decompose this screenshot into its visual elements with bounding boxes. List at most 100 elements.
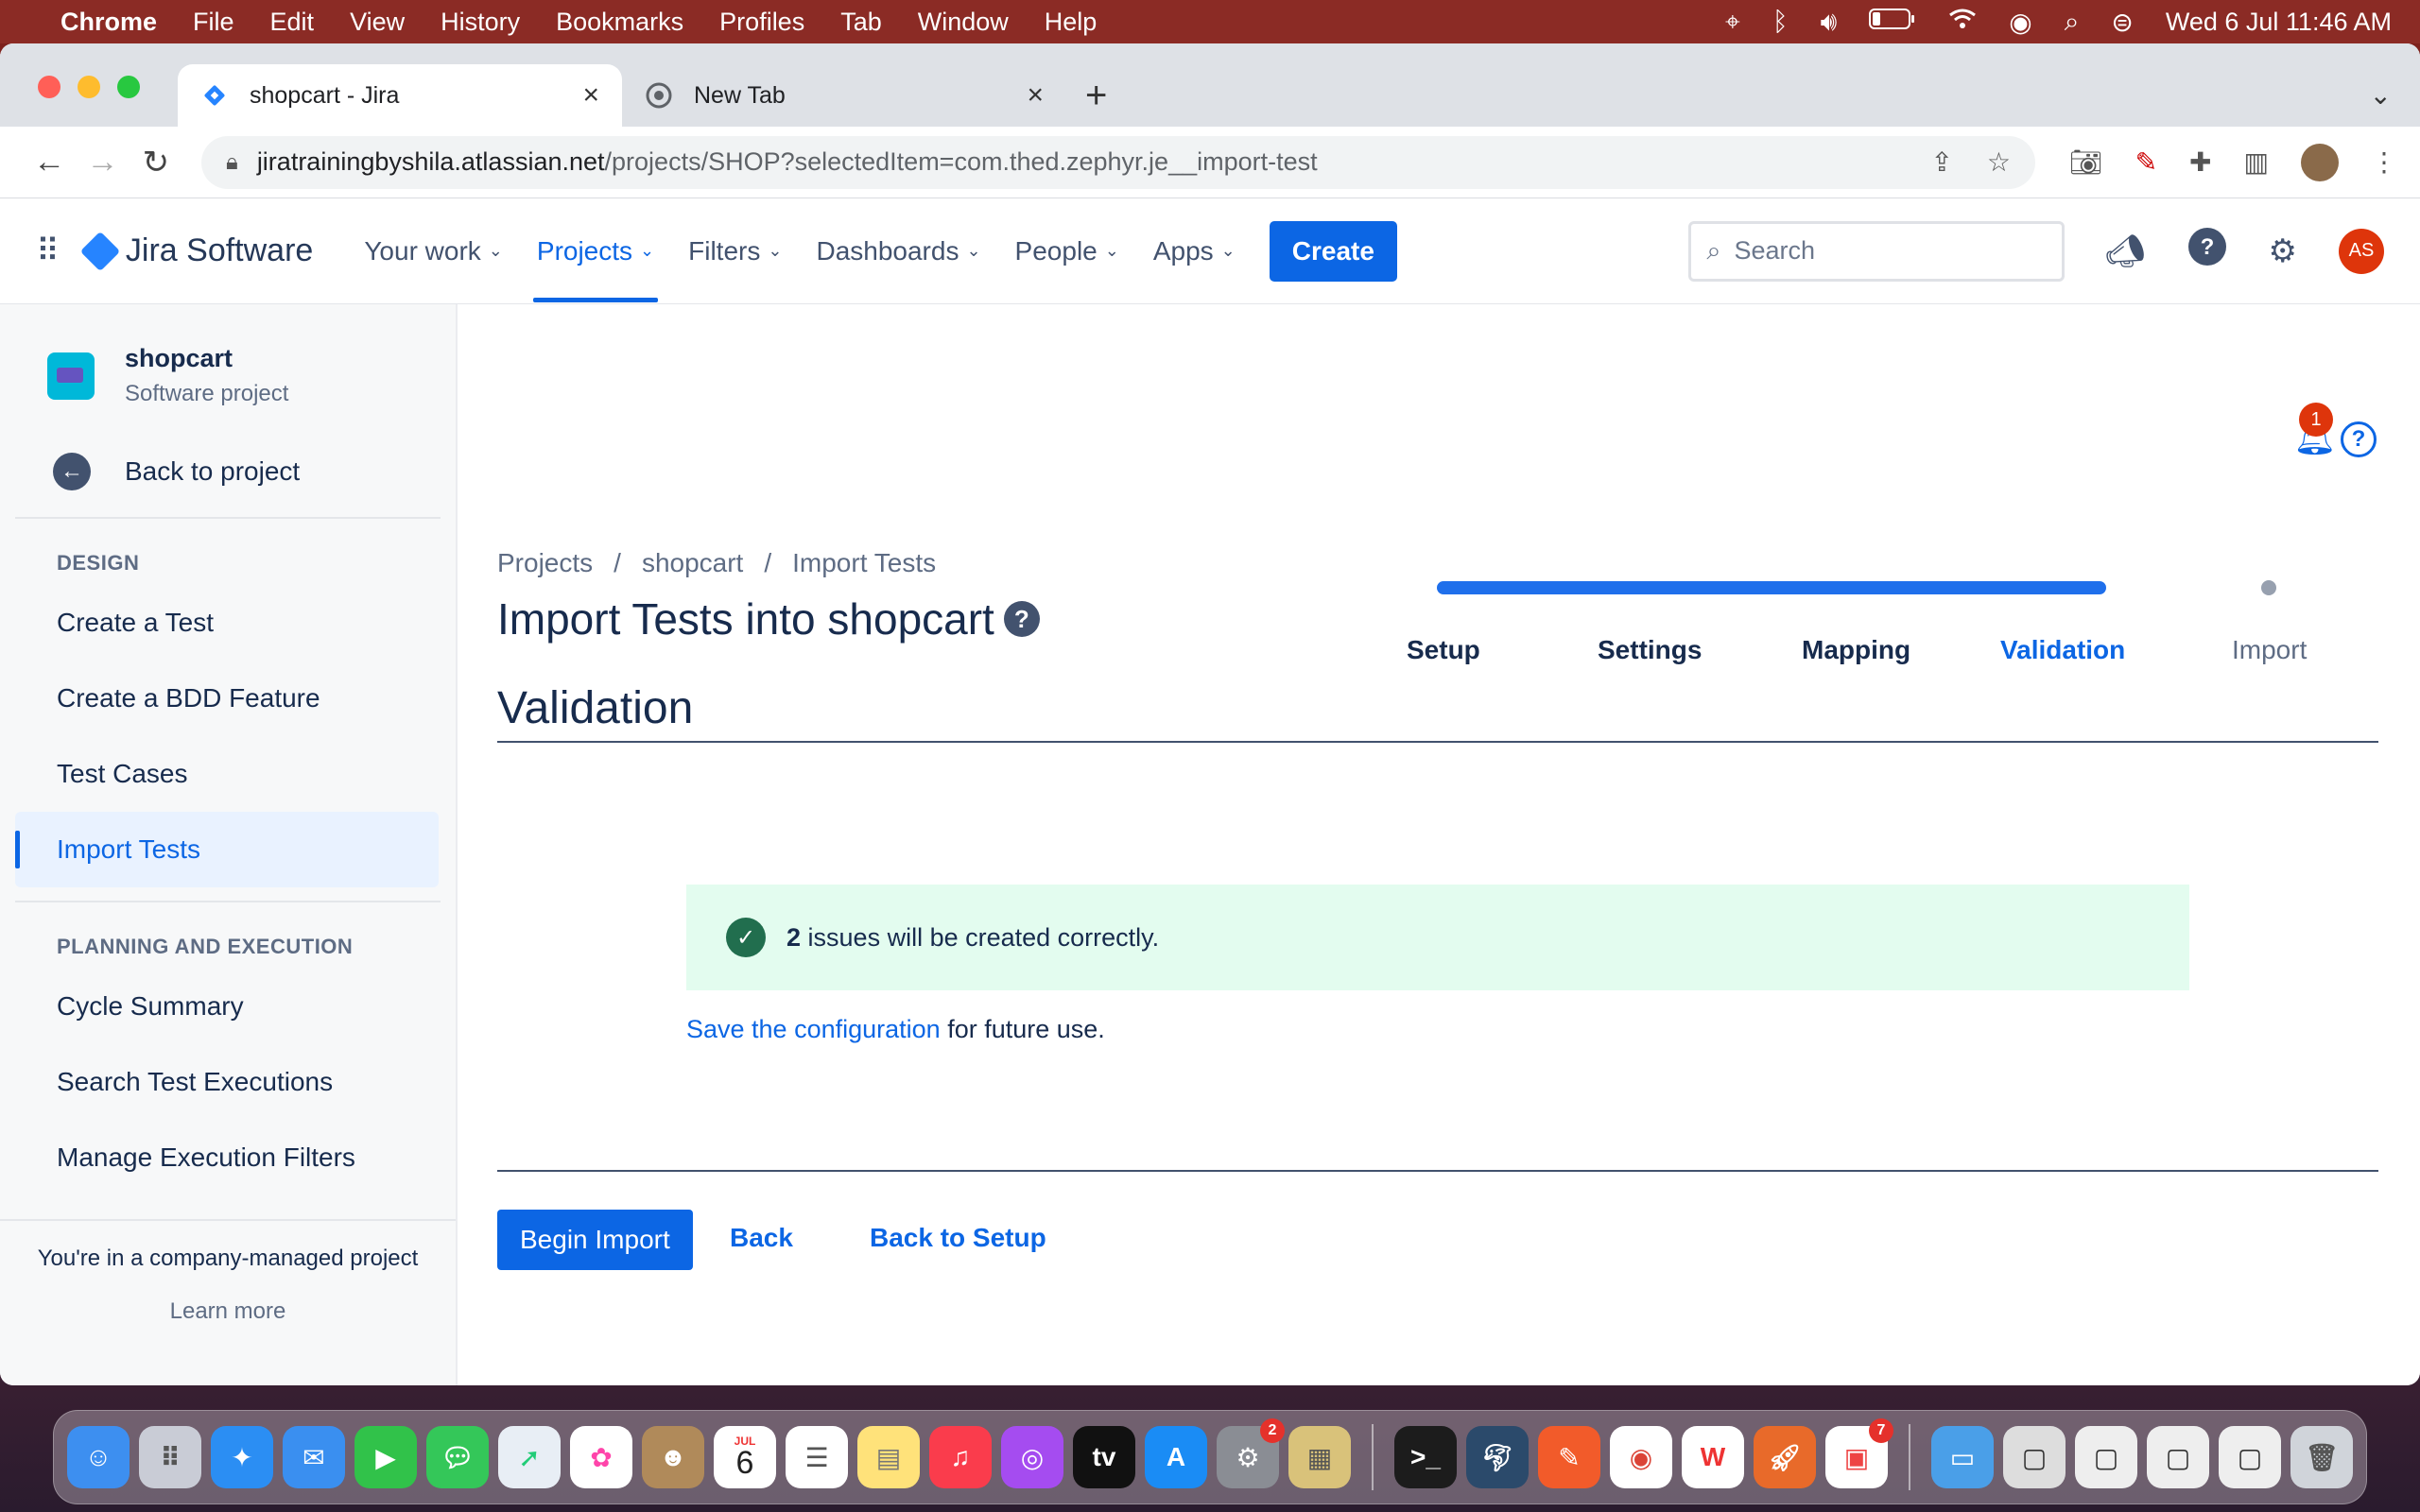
close-tab-icon[interactable]: ×: [582, 79, 599, 112]
profile-avatar[interactable]: [2300, 143, 2339, 181]
menu-app-name[interactable]: Chrome: [60, 8, 157, 37]
close-tab-icon[interactable]: ×: [1027, 79, 1044, 112]
user-avatar[interactable]: AS: [2339, 228, 2384, 274]
mysql-workbench-icon[interactable]: 🐬︎: [1466, 1426, 1529, 1488]
url-input[interactable]: 🔒︎ jiratrainingbyshila.atlassian.net/pro…: [201, 135, 2036, 189]
maps-icon[interactable]: ➚: [498, 1426, 561, 1488]
window-thumbnail-icon[interactable]: ▢: [2147, 1426, 2209, 1488]
step-setup[interactable]: Setup: [1407, 635, 1480, 665]
microsoft-office-icon[interactable]: ▣ 7: [1825, 1418, 1893, 1488]
spotlight-search-icon[interactable]: ⌕: [2065, 7, 2080, 38]
menu-view[interactable]: View: [350, 8, 405, 37]
archive-utility-icon[interactable]: ▦: [1288, 1426, 1351, 1488]
menu-clock[interactable]: Wed 6 Jul 11:46 AM: [2166, 8, 2392, 37]
eyedropper-extension-icon[interactable]: ✎: [2135, 146, 2157, 178]
menu-file[interactable]: File: [193, 8, 234, 37]
mail-icon[interactable]: ✉: [283, 1426, 345, 1488]
back-to-project-link[interactable]: ← Back to project: [0, 453, 456, 490]
safari-icon[interactable]: ✦: [211, 1426, 273, 1488]
camera-icon[interactable]: 📷︎: [2069, 146, 2103, 178]
podcasts-icon[interactable]: ◎: [1001, 1426, 1063, 1488]
bookmark-star-icon[interactable]: ☆: [1987, 146, 2011, 178]
rocket-app-icon[interactable]: 🚀︎: [1754, 1426, 1816, 1488]
help-question-icon[interactable]: ?: [2341, 421, 2377, 457]
user-account-icon[interactable]: ◉: [2009, 7, 2031, 38]
pin-icon[interactable]: ⌖: [1725, 7, 1740, 38]
pen-app-icon[interactable]: ✎: [1538, 1426, 1600, 1488]
window-thumbnail-icon[interactable]: ▢: [2219, 1426, 2281, 1488]
forward-arrow-icon[interactable]: →: [76, 144, 129, 180]
finder-icon[interactable]: ☺: [67, 1426, 130, 1488]
menu-edit[interactable]: Edit: [270, 8, 315, 37]
terminal-icon[interactable]: >_: [1394, 1426, 1457, 1488]
window-thumbnail-icon[interactable]: ▢: [2075, 1426, 2137, 1488]
sidebar-item-test-cases[interactable]: Test Cases: [0, 736, 456, 812]
sidebar-item-create-bdd-feature[interactable]: Create a BDD Feature: [0, 661, 456, 736]
zoom-window-button[interactable]: [117, 76, 140, 98]
project-header[interactable]: shopcart Software project: [0, 344, 456, 407]
save-configuration-link[interactable]: Save the configuration: [686, 1015, 941, 1043]
wps-office-icon[interactable]: W: [1682, 1426, 1744, 1488]
new-tab-button[interactable]: +: [1085, 64, 1107, 127]
launchpad-icon[interactable]: ⠿: [139, 1426, 201, 1488]
sidebar-item-import-tests[interactable]: Import Tests: [15, 812, 439, 887]
contacts-icon[interactable]: ☻: [642, 1426, 704, 1488]
nav-dashboards[interactable]: Dashboards ⌄: [816, 198, 980, 304]
battery-icon[interactable]: [1869, 7, 1916, 37]
step-settings[interactable]: Settings: [1598, 635, 1702, 665]
notes-icon[interactable]: ▤: [857, 1426, 920, 1488]
notifications-megaphone-icon[interactable]: 📣︎: [2104, 232, 2145, 270]
breadcrumb-projects[interactable]: Projects: [497, 548, 593, 578]
reload-icon[interactable]: ↻: [130, 144, 182, 181]
menu-history[interactable]: History: [441, 8, 520, 37]
lock-icon[interactable]: 🔒︎: [226, 149, 238, 176]
facetime-icon[interactable]: ▶: [354, 1426, 417, 1488]
minimize-window-button[interactable]: [78, 76, 100, 98]
puzzle-extensions-icon[interactable]: ✚: [2189, 146, 2211, 178]
sidebar-item-manage-execution-filters[interactable]: Manage Execution Filters: [0, 1120, 456, 1195]
folder-icon[interactable]: ▭: [1931, 1426, 1994, 1488]
learn-more-link[interactable]: Learn more: [0, 1298, 456, 1325]
app-store-icon[interactable]: A: [1145, 1426, 1207, 1488]
volume-icon[interactable]: 🔊︎: [1821, 7, 1838, 38]
sidebar-item-search-test-executions[interactable]: Search Test Executions: [0, 1044, 456, 1120]
menu-tab[interactable]: Tab: [840, 8, 882, 37]
breadcrumb-import-tests[interactable]: Import Tests: [792, 548, 936, 578]
close-window-button[interactable]: [38, 76, 60, 98]
sidebar-item-create-test[interactable]: Create a Test: [0, 585, 456, 661]
step-validation[interactable]: Validation: [2000, 635, 2125, 665]
browser-menu-icon[interactable]: ⋮: [2371, 146, 2397, 178]
back-to-setup-button[interactable]: Back to Setup: [870, 1223, 1046, 1253]
tab-new-tab[interactable]: New Tab ×: [622, 64, 1066, 127]
help-question-icon[interactable]: ?: [1003, 601, 1040, 637]
settings-gear-icon[interactable]: ⚙: [2269, 232, 2297, 270]
tab-search-chevron-icon[interactable]: ⌄: [2370, 79, 2392, 111]
menu-window[interactable]: Window: [918, 8, 1009, 37]
apple-tv-icon[interactable]: tv: [1073, 1426, 1135, 1488]
nav-people[interactable]: People ⌄: [1015, 198, 1119, 304]
music-icon[interactable]: ♫: [929, 1426, 992, 1488]
wifi-icon[interactable]: [1948, 7, 1977, 37]
menu-help[interactable]: Help: [1045, 8, 1098, 37]
back-arrow-icon[interactable]: ←: [23, 144, 76, 180]
bluetooth-icon[interactable]: ᛒ: [1772, 7, 1789, 37]
trash-icon[interactable]: 🗑︎: [2290, 1426, 2353, 1488]
messages-icon[interactable]: 💬︎: [426, 1426, 489, 1488]
nav-filters[interactable]: Filters ⌄: [688, 198, 782, 304]
photos-icon[interactable]: ✿: [570, 1426, 632, 1488]
search-input[interactable]: ⌕ Search: [1688, 220, 2066, 282]
help-icon[interactable]: ?: [2187, 227, 2227, 275]
chrome-icon[interactable]: ◉: [1610, 1426, 1672, 1488]
menu-bookmarks[interactable]: Bookmarks: [556, 8, 683, 37]
reminders-icon[interactable]: ☰: [786, 1426, 848, 1488]
step-mapping[interactable]: Mapping: [1802, 635, 1910, 665]
nav-apps[interactable]: Apps ⌄: [1153, 198, 1236, 304]
create-button[interactable]: Create: [1269, 220, 1397, 282]
side-panel-icon[interactable]: ▥: [2244, 146, 2269, 178]
breadcrumb-shopcart[interactable]: shopcart: [642, 548, 743, 578]
back-button[interactable]: Back: [730, 1223, 793, 1253]
app-switcher-icon[interactable]: ⠿: [36, 232, 60, 270]
tab-jira[interactable]: shopcart - Jira ×: [178, 64, 622, 127]
jira-logo[interactable]: Jira Software: [79, 231, 313, 271]
nav-projects[interactable]: Projects ⌄: [532, 198, 659, 304]
